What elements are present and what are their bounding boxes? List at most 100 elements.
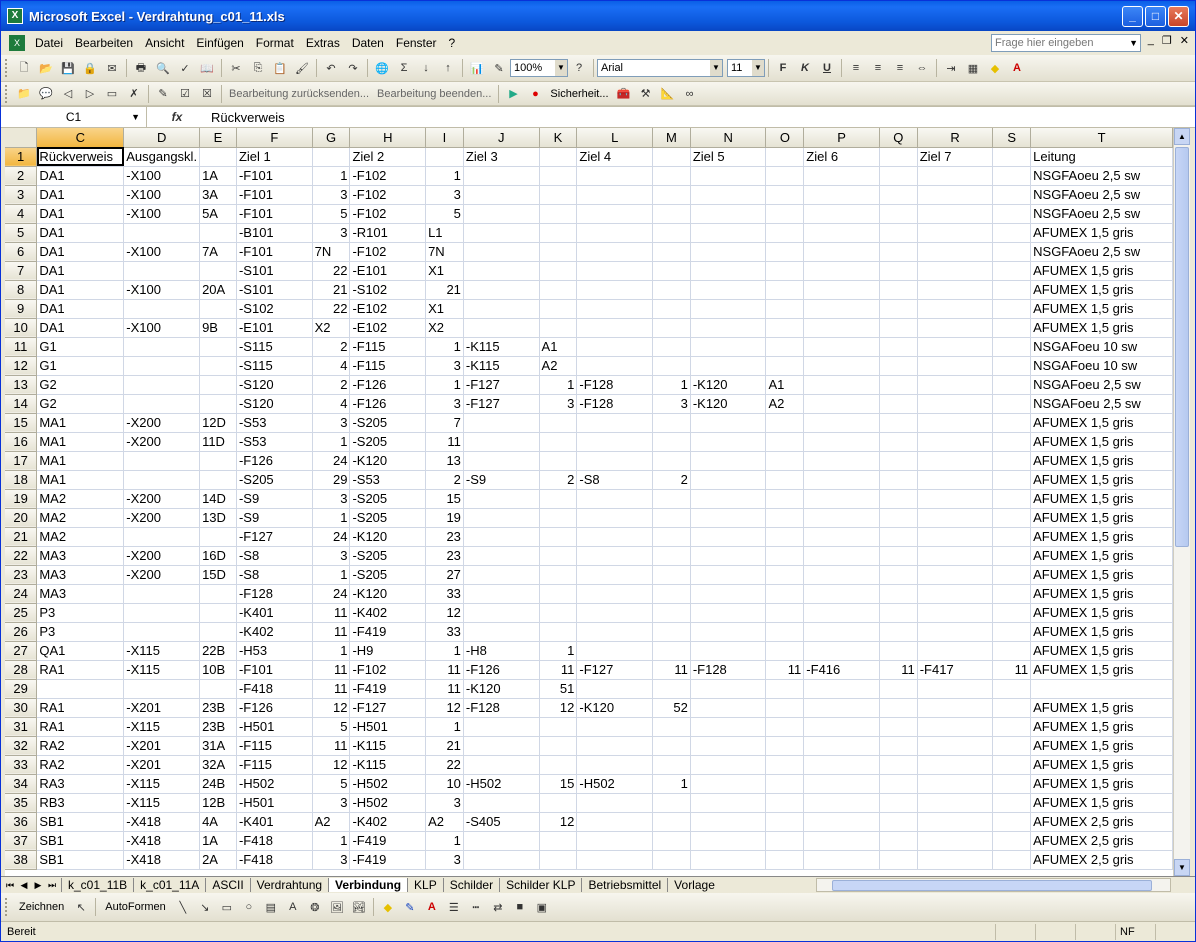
cell-s15[interactable]	[992, 413, 1032, 433]
cell-j9[interactable]	[463, 299, 540, 319]
cell-h33[interactable]: -K115	[349, 755, 427, 775]
close-button[interactable]: ✕	[1168, 5, 1189, 27]
comment-icon[interactable]: 💬	[36, 84, 56, 104]
row-header[interactable]: 27	[5, 641, 38, 661]
cell-s4[interactable]	[992, 204, 1032, 224]
cell-r37[interactable]	[917, 831, 994, 851]
cell-q33[interactable]	[879, 755, 918, 775]
cell-e22[interactable]: 16D	[199, 546, 237, 566]
cell-r12[interactable]	[917, 356, 994, 376]
cell-p16[interactable]	[803, 432, 880, 452]
cell-r2[interactable]	[917, 166, 994, 186]
cell-m3[interactable]	[652, 185, 691, 205]
cell-j17[interactable]	[463, 451, 540, 471]
help-search-input[interactable]: Frage hier eingeben ▼	[991, 34, 1141, 52]
cell-l17[interactable]	[576, 451, 654, 471]
sheet-tab[interactable]: Vorlage	[667, 878, 721, 892]
cell-s32[interactable]	[992, 736, 1032, 756]
cell-q17[interactable]	[879, 451, 918, 471]
cell-c1[interactable]: Rückverweis	[36, 147, 125, 167]
row-header[interactable]: 37	[5, 831, 38, 851]
cell-h6[interactable]: -F102	[349, 242, 427, 262]
cell-t7[interactable]: AFUMEX 1,5 gris	[1030, 261, 1173, 281]
cell-q21[interactable]	[879, 527, 918, 547]
cell-r16[interactable]	[917, 432, 994, 452]
cell-q38[interactable]	[879, 850, 918, 870]
cell-k19[interactable]	[539, 489, 578, 509]
cell-i4[interactable]: 5	[425, 204, 464, 224]
italic-button[interactable]: K	[795, 58, 815, 78]
cell-i14[interactable]: 3	[425, 394, 464, 414]
cell-h8[interactable]: -S102	[349, 280, 427, 300]
cell-d38[interactable]: -X418	[123, 850, 201, 870]
sheet-tab[interactable]: k_c01_11A	[133, 878, 205, 892]
cell-l24[interactable]	[576, 584, 654, 604]
cell-g36[interactable]: A2	[312, 812, 351, 832]
cell-q36[interactable]	[879, 812, 918, 832]
autosum-icon[interactable]: Σ	[394, 58, 414, 78]
cell-n32[interactable]	[690, 736, 767, 756]
cell-s29[interactable]	[992, 679, 1032, 699]
tools-icon[interactable]: ⚒	[636, 84, 656, 104]
cell-e9[interactable]	[199, 299, 237, 319]
cell-q37[interactable]	[879, 831, 918, 851]
column-header-r[interactable]: R	[917, 128, 994, 148]
cell-t17[interactable]: AFUMEX 1,5 gris	[1030, 451, 1173, 471]
cell-p14[interactable]	[803, 394, 880, 414]
cell-j38[interactable]	[463, 850, 540, 870]
cell-s19[interactable]	[992, 489, 1032, 509]
draw-menu-button[interactable]: Zeichnen	[19, 901, 64, 913]
cell-s14[interactable]	[992, 394, 1032, 414]
sheet-tab[interactable]: Betriebsmittel	[581, 878, 667, 892]
cell-i9[interactable]: X1	[425, 299, 464, 319]
cell-s28[interactable]: 11	[992, 660, 1032, 680]
cell-s18[interactable]	[992, 470, 1032, 490]
cell-g32[interactable]: 11	[312, 736, 351, 756]
cell-f3[interactable]: -F101	[236, 185, 313, 205]
cell-q1[interactable]	[879, 147, 918, 167]
cell-i15[interactable]: 7	[425, 413, 464, 433]
cell-j13[interactable]: -F127	[463, 375, 540, 395]
cell-p8[interactable]	[803, 280, 880, 300]
cell-m16[interactable]	[652, 432, 691, 452]
cell-e35[interactable]: 12B	[199, 793, 237, 813]
cell-e7[interactable]	[199, 261, 237, 281]
cell-o13[interactable]: A1	[765, 375, 805, 395]
cell-l3[interactable]	[576, 185, 654, 205]
cell-j21[interactable]	[463, 527, 540, 547]
row-header[interactable]: 28	[5, 660, 38, 680]
cell-j35[interactable]	[463, 793, 540, 813]
folder-icon[interactable]: 📁	[14, 84, 34, 104]
cell-k8[interactable]	[539, 280, 578, 300]
row-header[interactable]: 5	[5, 223, 38, 243]
cell-k26[interactable]	[539, 622, 578, 642]
cell-m32[interactable]	[652, 736, 691, 756]
cell-d6[interactable]: -X100	[123, 242, 201, 262]
cell-m1[interactable]	[652, 147, 691, 167]
cell-s8[interactable]	[992, 280, 1032, 300]
cell-e5[interactable]	[199, 223, 237, 243]
diagram-icon[interactable]: ❂	[305, 897, 325, 917]
cell-k17[interactable]	[539, 451, 578, 471]
cell-f32[interactable]: -F115	[236, 736, 313, 756]
record-icon[interactable]: ●	[525, 84, 545, 104]
cell-s12[interactable]	[992, 356, 1032, 376]
cell-l18[interactable]: -S8	[576, 470, 654, 490]
cell-h1[interactable]: Ziel 2	[349, 147, 427, 167]
cell-s23[interactable]	[992, 565, 1032, 585]
cell-m10[interactable]	[652, 318, 691, 338]
cell-o31[interactable]	[765, 717, 805, 737]
cell-l10[interactable]	[576, 318, 654, 338]
cell-n27[interactable]	[690, 641, 767, 661]
cell-f30[interactable]: -F126	[236, 698, 313, 718]
cell-l22[interactable]	[576, 546, 654, 566]
cell-k35[interactable]	[539, 793, 578, 813]
cell-l12[interactable]	[576, 356, 654, 376]
cell-n11[interactable]	[690, 337, 767, 357]
cell-d15[interactable]: -X200	[123, 413, 201, 433]
cell-j23[interactable]	[463, 565, 540, 585]
save-icon[interactable]: 💾	[58, 58, 78, 78]
cell-d25[interactable]	[123, 603, 201, 623]
cell-h35[interactable]: -H502	[349, 793, 427, 813]
cell-r32[interactable]	[917, 736, 994, 756]
